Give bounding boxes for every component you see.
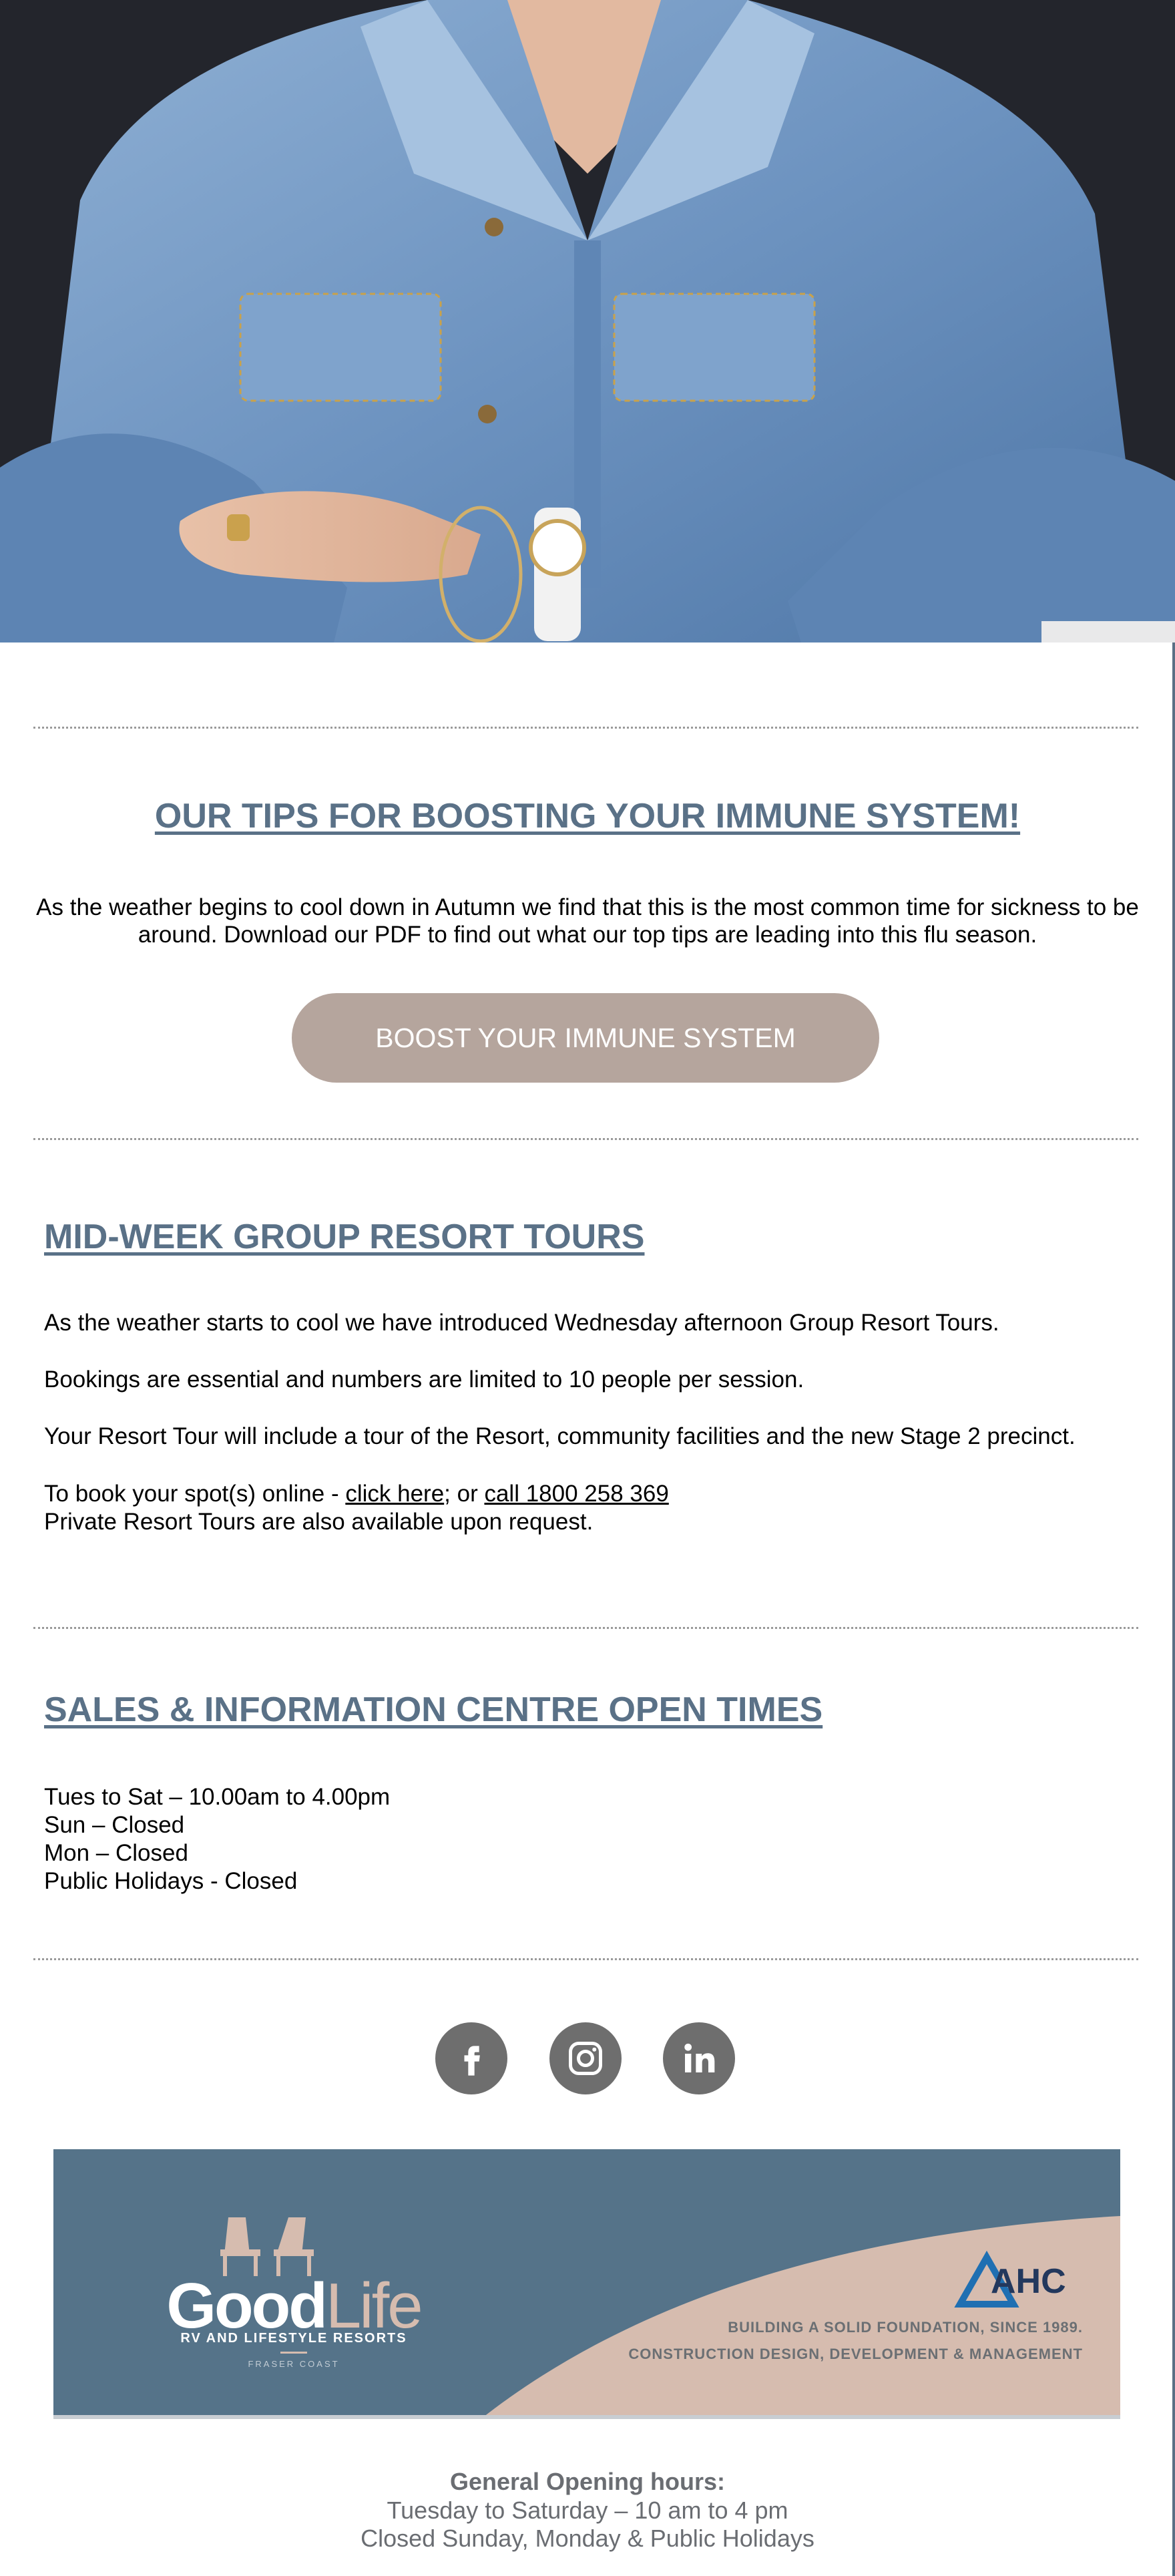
tours-private-note: Private Resort Tours are also available … <box>44 1509 594 1535</box>
call-phone-link[interactable]: call 1800 258 369 <box>484 1481 668 1507</box>
tours-booking-mid: ; or <box>444 1481 485 1507</box>
open-times-row: Mon – Closed <box>44 1840 188 1866</box>
open-times-title[interactable]: SALES & INFORMATION CENTRE OPEN TIMES <box>44 1690 822 1730</box>
instagram-link[interactable] <box>549 2022 622 2094</box>
footer-hours-line-1: Tuesday to Saturday – 10 am to 4 pm <box>387 2497 788 2524</box>
tours-booking-prefix: To book your spot(s) online - <box>44 1481 346 1507</box>
partner-name: AHC <box>991 2262 1066 2301</box>
tours-line-1: As the weather starts to cool we have in… <box>44 1310 999 1336</box>
group-tours-title[interactable]: MID-WEEK GROUP RESORT TOURS <box>44 1217 644 1257</box>
linkedin-link[interactable] <box>663 2022 735 2094</box>
tours-booking-line: To book your spot(s) online - click here… <box>44 1480 1139 1508</box>
open-times-row: Public Holidays - Closed <box>44 1868 298 1894</box>
tours-line-2: Bookings are essential and numbers are l… <box>44 1366 804 1393</box>
facebook-icon <box>464 2046 480 2076</box>
partner-tagline-1: BUILDING A SOLID FOUNDATION, SINCE 1989. <box>728 2319 1083 2336</box>
immune-tips-body: As the weather begins to cool down in Au… <box>36 894 1139 948</box>
linkedin-icon <box>684 2043 715 2072</box>
section-divider <box>33 1958 1138 1960</box>
instagram-icon <box>569 2042 602 2075</box>
brand-underline <box>280 2352 307 2354</box>
section-divider <box>33 727 1138 729</box>
hero-image <box>0 0 1175 642</box>
click-here-link[interactable]: click here <box>345 1481 444 1507</box>
open-times-row: Tues to Sat – 10.00am to 4.00pm <box>44 1784 391 1810</box>
tours-line-3: Your Resort Tour will include a tour of … <box>44 1423 1076 1449</box>
open-times-row: Sun – Closed <box>44 1812 185 1838</box>
footer-hours-line-2: Closed Sunday, Monday & Public Holidays <box>361 2525 814 2552</box>
facebook-link[interactable] <box>435 2022 507 2094</box>
section-divider <box>33 1627 1138 1629</box>
section-divider <box>33 1138 1138 1140</box>
brand-location: FRASER COAST <box>248 2359 340 2369</box>
immune-tips-title[interactable]: OUR TIPS FOR BOOSTING YOUR IMMUNE SYSTEM… <box>0 796 1175 836</box>
footer-banner[interactable]: GoodLife RV AND LIFESTYLE RESORTS FRASER… <box>53 2149 1120 2419</box>
footer-hours-heading: General Opening hours: <box>449 2468 726 2495</box>
brand-subtitle: RV AND LIFESTYLE RESORTS <box>180 2331 407 2346</box>
boost-immune-button[interactable]: BOOST YOUR IMMUNE SYSTEM <box>292 993 879 1083</box>
partner-tagline-2: CONSTRUCTION DESIGN, DEVELOPMENT & MANAG… <box>628 2346 1083 2362</box>
